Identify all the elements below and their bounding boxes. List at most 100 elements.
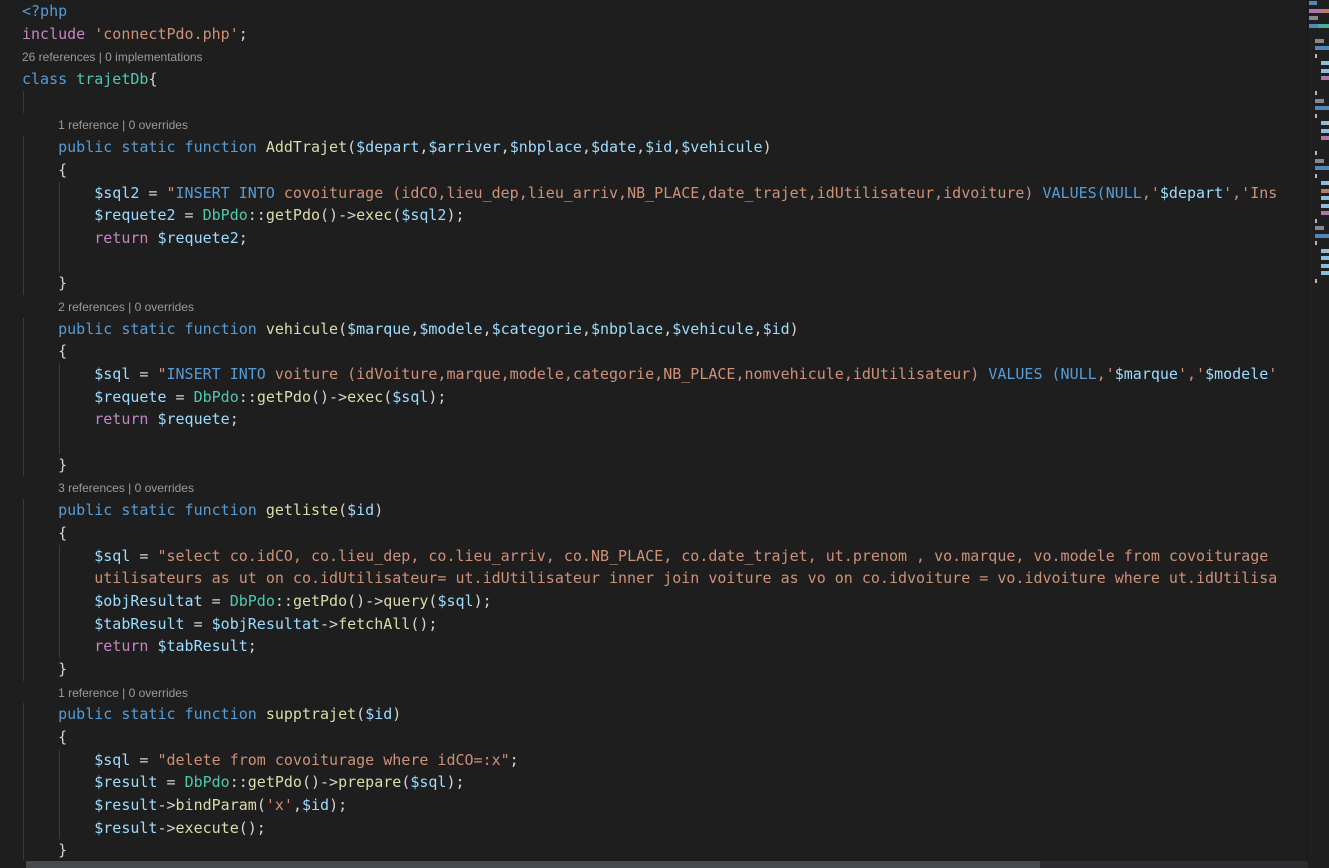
code-token: include: [22, 25, 94, 43]
code-line[interactable]: }: [0, 839, 1308, 860]
code-line[interactable]: return $tabResult;: [0, 635, 1308, 658]
codelens-references[interactable]: 3 references | 0 overrides: [0, 476, 1308, 499]
codelens-label[interactable]: 1 reference | 0 overrides: [58, 118, 188, 132]
code-token: ::: [239, 388, 257, 406]
code-line[interactable]: return $requete;: [0, 408, 1308, 431]
code-token: $depart: [1160, 184, 1223, 202]
code-line[interactable]: $sql2 = "INSERT INTO covoiturage (idCO,l…: [0, 182, 1308, 205]
code-line[interactable]: }: [0, 272, 1308, 295]
code-token: return: [22, 637, 157, 655]
code-token: =: [130, 751, 157, 769]
code-line[interactable]: $objResultat = DbPdo::getPdo()->query($s…: [0, 590, 1308, 613]
codelens-references[interactable]: 1 reference | 0 overrides: [0, 113, 1308, 136]
code-token: );: [329, 796, 347, 814]
code-token: VALUES(NULL: [1043, 184, 1142, 202]
code-token: $objResultat: [212, 615, 320, 633]
code-token: $id: [302, 796, 329, 814]
code-line[interactable]: $result->execute();: [0, 817, 1308, 840]
code-area[interactable]: <?phpinclude 'connectPdo.php'; 26 referen…: [0, 0, 1308, 860]
code-line[interactable]: $requete2 = DbPdo::getPdo()->exec($sql2)…: [0, 204, 1308, 227]
code-line[interactable]: {: [0, 340, 1308, 363]
codelens-label[interactable]: 26 references | 0 implementations: [22, 50, 203, 64]
code-line[interactable]: }: [0, 658, 1308, 681]
indent-guide: [59, 567, 60, 590]
code-token: }: [22, 456, 67, 474]
indent-guide: [23, 136, 24, 159]
code-line[interactable]: public static function vehicule($marque,…: [0, 318, 1308, 341]
code-token: ): [374, 501, 383, 519]
code-token: ,: [582, 320, 591, 338]
code-line[interactable]: $result = DbPdo::getPdo()->prepare($sql)…: [0, 771, 1308, 794]
minimap-line: [1309, 151, 1329, 155]
codelens-references[interactable]: 1 reference | 0 overrides: [0, 681, 1308, 704]
code-token: $marque: [1115, 365, 1178, 383]
minimap-line: [1309, 99, 1329, 103]
horizontal-scrollbar-thumb[interactable]: [26, 861, 1040, 868]
code-line[interactable]: public static function supptrajet($id): [0, 703, 1308, 726]
minimap-mark: [1315, 39, 1324, 43]
code-token: ,': [1097, 365, 1115, 383]
code-token: DbPdo: [203, 206, 248, 224]
code-line[interactable]: include 'connectPdo.php';: [0, 23, 1308, 46]
minimap-mark: [1321, 204, 1329, 208]
indent-guide: [23, 726, 24, 749]
minimap-line: [1309, 219, 1329, 223]
code-token: ()->: [347, 592, 383, 610]
code-token: $categorie: [492, 320, 582, 338]
indent-guide: [59, 545, 60, 568]
code-line[interactable]: utilisateurs as ut on co.idUtilisateur= …: [0, 567, 1308, 590]
indent-guide: [23, 408, 24, 431]
code-line[interactable]: [0, 250, 1308, 273]
indent-guide: [23, 227, 24, 250]
codelens-label[interactable]: 3 references | 0 overrides: [58, 481, 194, 495]
code-line[interactable]: $sql = "INSERT INTO voiture (idVoiture,m…: [0, 363, 1308, 386]
code-token: ": [167, 184, 176, 202]
code-token: utilisateurs as ut on co.idUtilisateur= …: [22, 569, 1277, 587]
code-line[interactable]: public static function getliste($id): [0, 499, 1308, 522]
codelens-label[interactable]: 2 references | 0 overrides: [58, 300, 194, 314]
code-token: ::: [248, 206, 266, 224]
code-token: DbPdo: [185, 773, 230, 791]
code-line[interactable]: class trajetDb{: [0, 68, 1308, 91]
code-line[interactable]: $sql = "delete from covoiturage where id…: [0, 749, 1308, 772]
code-token: ,: [483, 320, 492, 338]
code-line[interactable]: [0, 91, 1308, 114]
minimap[interactable]: [1307, 0, 1329, 868]
code-token: "delete from covoiturage where idCO=:x": [157, 751, 509, 769]
code-line[interactable]: return $requete2;: [0, 227, 1308, 250]
minimap-line: [1309, 166, 1329, 170]
code-token: $sql: [22, 365, 130, 383]
code-line[interactable]: {: [0, 726, 1308, 749]
code-editor[interactable]: <?phpinclude 'connectPdo.php'; 26 referen…: [0, 0, 1329, 868]
code-token: $sql: [22, 751, 130, 769]
code-line[interactable]: public static function AddTrajet($depart…: [0, 136, 1308, 159]
code-line[interactable]: {: [0, 522, 1308, 545]
codelens-label[interactable]: 1 reference | 0 overrides: [58, 686, 188, 700]
code-token: $sql: [437, 592, 473, 610]
codelens-references[interactable]: 2 references | 0 overrides: [0, 295, 1308, 318]
minimap-mark: [1315, 114, 1317, 118]
codelens-references[interactable]: 26 references | 0 implementations: [0, 45, 1308, 68]
horizontal-scrollbar[interactable]: [0, 860, 1308, 868]
code-line[interactable]: $tabResult = $objResultat->fetchAll();: [0, 613, 1308, 636]
code-token: ,: [293, 796, 302, 814]
code-line[interactable]: {: [0, 159, 1308, 182]
code-line[interactable]: }: [0, 454, 1308, 477]
code-token: (: [401, 773, 410, 791]
code-line[interactable]: [0, 431, 1308, 454]
indent-guide: [23, 545, 24, 568]
code-token: ): [392, 705, 401, 723]
minimap-mark: [1321, 211, 1329, 215]
code-line[interactable]: $result->bindParam('x',$id);: [0, 794, 1308, 817]
code-line[interactable]: <?php: [0, 0, 1308, 23]
code-line[interactable]: $sql = "select co.idCO, co.lieu_dep, co.…: [0, 545, 1308, 568]
minimap-mark: [1315, 99, 1324, 103]
indent-guide: [23, 522, 24, 545]
code-token: $id: [645, 138, 672, 156]
minimap-line: [1309, 196, 1329, 200]
minimap-line: [1309, 114, 1329, 118]
code-token: $nbplace: [591, 320, 663, 338]
code-token: }: [22, 841, 67, 859]
code-token: $vehicule: [681, 138, 762, 156]
code-line[interactable]: $requete = DbPdo::getPdo()->exec($sql);: [0, 386, 1308, 409]
